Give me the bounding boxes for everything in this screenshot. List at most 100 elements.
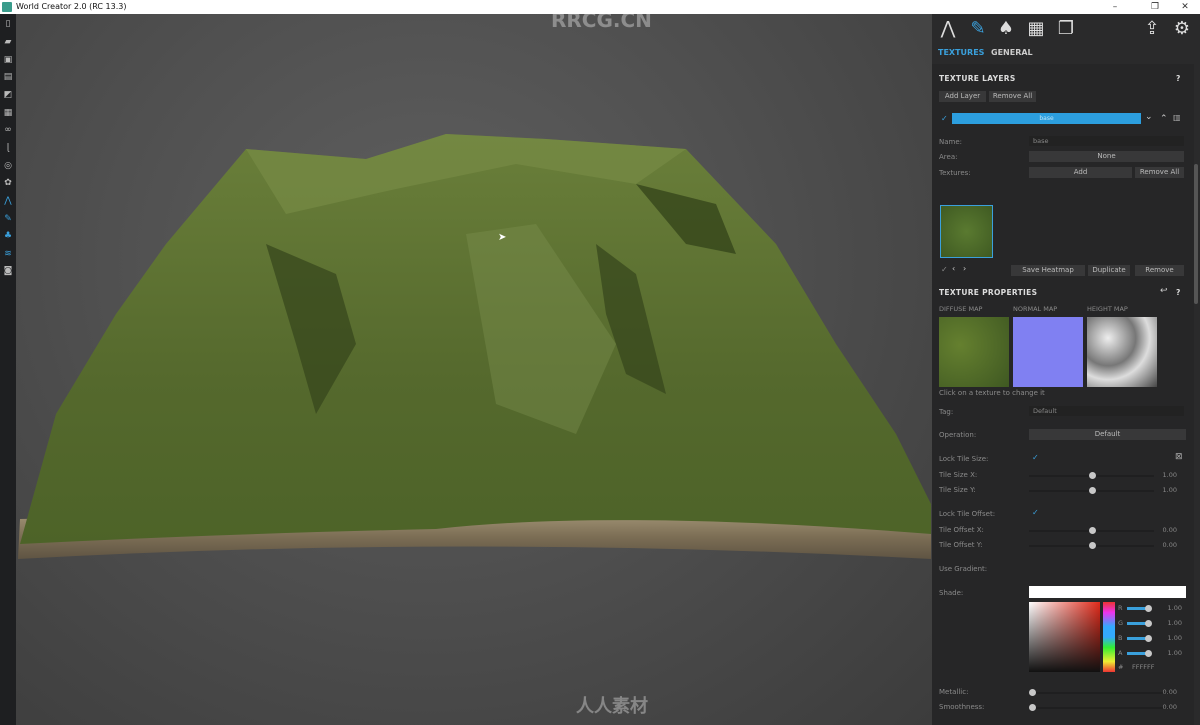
tile-offset-x-label: Tile Offset X: [939, 526, 984, 534]
layer-item-base[interactable]: base [952, 113, 1141, 124]
section-title: TEXTURE LAYERS [939, 74, 1016, 83]
texture-properties-section: TEXTURE PROPERTIES ↩ ? DIFFUSE MAP NORMA… [932, 284, 1194, 725]
operation-select[interactable]: Default [1029, 429, 1186, 440]
fit-icon[interactable]: ⊠ [1175, 452, 1183, 462]
trees-icon[interactable]: ♠ [994, 18, 1018, 40]
height-label: HEIGHT MAP [1087, 305, 1128, 313]
export-icon[interactable]: ⇪ [1140, 18, 1164, 40]
tab-textures[interactable]: TEXTURES [938, 48, 984, 57]
slider-handle[interactable] [1145, 635, 1152, 642]
help-icon[interactable]: ? [1176, 288, 1181, 297]
tile-size-x-value: 1.00 [1162, 471, 1177, 479]
texture-layers-section: TEXTURE LAYERS ? Add Layer Remove All ✓ … [932, 64, 1194, 284]
window-title: World Creator 2.0 (RC 13.3) [16, 2, 127, 11]
remove-all-layers-button[interactable]: Remove All [989, 91, 1036, 102]
help-icon[interactable]: ? [1176, 74, 1181, 83]
shade-color-swatch[interactable] [1029, 586, 1186, 598]
slider-handle[interactable] [1089, 542, 1096, 549]
remove-all-textures-button[interactable]: Remove All [1135, 167, 1184, 178]
new-file-icon[interactable]: ▯ [3, 19, 13, 29]
watermark-top: RRCG.CN [551, 8, 652, 32]
open-folder-icon[interactable]: ▰ [3, 37, 13, 47]
prev-icon[interactable]: ‹ [952, 264, 955, 273]
diffuse-map-thumbnail[interactable] [939, 317, 1009, 387]
camera-icon[interactable]: ◙ [3, 266, 13, 276]
channel-slider[interactable] [1127, 622, 1147, 625]
tile-size-y-label: Tile Size Y: [939, 486, 976, 494]
terrain-icon[interactable]: ⋀ [3, 196, 13, 206]
hint-text: Click on a texture to change it [939, 389, 1045, 397]
save-as-icon[interactable]: ▤ [3, 72, 13, 82]
lock-tile-size-label: Lock Tile Size: [939, 455, 989, 463]
layers-icon[interactable]: ❐ [1054, 18, 1078, 40]
slider-handle[interactable] [1089, 527, 1096, 534]
save-heatmap-button[interactable]: Save Heatmap [1011, 265, 1085, 276]
channel-slider[interactable] [1127, 652, 1147, 655]
paint-icon[interactable]: ✎ [3, 214, 13, 224]
close-button[interactable]: ✕ [1170, 0, 1200, 14]
3d-viewport[interactable]: RRCG.CN 人人素材 ➤ [16, 8, 932, 725]
map-icon[interactable]: ▦ [1024, 18, 1048, 40]
channel-label: R [1118, 604, 1123, 612]
name-label: Name: [939, 138, 963, 146]
check-icon[interactable]: ✓ [941, 265, 948, 274]
slider-handle[interactable] [1145, 605, 1152, 612]
operation-label: Operation: [939, 431, 977, 439]
map-icon[interactable]: ▦ [3, 108, 13, 118]
import-icon[interactable]: ◩ [3, 90, 13, 100]
panel-scrollbar[interactable] [1194, 164, 1198, 304]
tag-input[interactable]: Default [1029, 406, 1184, 416]
channel-label: G [1118, 619, 1124, 627]
slider-handle[interactable] [1089, 487, 1096, 494]
compass-icon[interactable]: ◎ [3, 161, 13, 171]
add-texture-button[interactable]: Add [1029, 167, 1132, 178]
move-down-icon[interactable]: ⌄ [1145, 112, 1153, 122]
water-icon[interactable]: ≋ [3, 249, 13, 259]
color-picker-square[interactable] [1029, 602, 1100, 672]
mouse-cursor-icon: ➤ [498, 232, 507, 243]
tab-general[interactable]: GENERAL [991, 48, 1033, 57]
minimize-button[interactable]: – [1100, 0, 1130, 14]
maximize-button[interactable]: ❐ [1140, 0, 1170, 14]
next-icon[interactable]: › [963, 264, 966, 273]
lock-tile-size-checkbox[interactable]: ✓ [1032, 453, 1039, 462]
brush-tool-icon[interactable]: ɭ [3, 143, 13, 153]
smoothness-value: 0.00 [1162, 703, 1177, 711]
paintbrush-icon[interactable]: ✎ [966, 18, 990, 40]
stamp-icon[interactable]: ✿ [3, 178, 13, 188]
channel-value: 1.00 [1167, 649, 1182, 657]
hue-slider[interactable] [1103, 602, 1115, 672]
lock-tile-offset-checkbox[interactable]: ✓ [1032, 508, 1039, 517]
remove-button[interactable]: Remove [1135, 265, 1184, 276]
binoculars-icon[interactable]: ∞ [3, 125, 13, 135]
slider-handle[interactable] [1029, 689, 1036, 696]
normal-map-thumbnail[interactable] [1013, 317, 1083, 387]
terrain-icon[interactable]: ⋀ [936, 18, 960, 40]
slider-handle[interactable] [1089, 472, 1096, 479]
name-input[interactable]: base [1029, 136, 1184, 146]
duplicate-button[interactable]: Duplicate [1088, 265, 1130, 276]
area-select[interactable]: None [1029, 151, 1184, 162]
terrain-render [18, 134, 931, 559]
settings-icon[interactable]: ⚙ [1170, 18, 1194, 40]
add-layer-button[interactable]: Add Layer [939, 91, 986, 102]
reset-icon[interactable]: ↩ [1160, 286, 1168, 296]
save-icon[interactable]: ▣ [3, 55, 13, 65]
vegetation-icon[interactable]: ♣ [3, 231, 13, 241]
height-map-thumbnail[interactable] [1087, 317, 1157, 387]
move-up-icon[interactable]: ⌃ [1160, 114, 1168, 124]
tile-offset-x-value: 0.00 [1162, 526, 1177, 534]
hex-value[interactable]: FFFFFF [1132, 663, 1154, 671]
slider-handle[interactable] [1145, 650, 1152, 657]
section-title: TEXTURE PROPERTIES [939, 288, 1038, 297]
layer-enabled-checkbox[interactable]: ✓ [941, 114, 948, 123]
textures-label: Textures: [939, 169, 971, 177]
channel-slider[interactable] [1127, 607, 1147, 610]
slider-handle[interactable] [1029, 704, 1036, 711]
app-icon [2, 2, 12, 12]
delete-icon[interactable]: ▥ [1173, 113, 1181, 122]
slider-handle[interactable] [1145, 620, 1152, 627]
channel-slider[interactable] [1127, 637, 1147, 640]
texture-thumbnail[interactable] [940, 205, 993, 258]
tile-offset-y-value: 0.00 [1162, 541, 1177, 549]
